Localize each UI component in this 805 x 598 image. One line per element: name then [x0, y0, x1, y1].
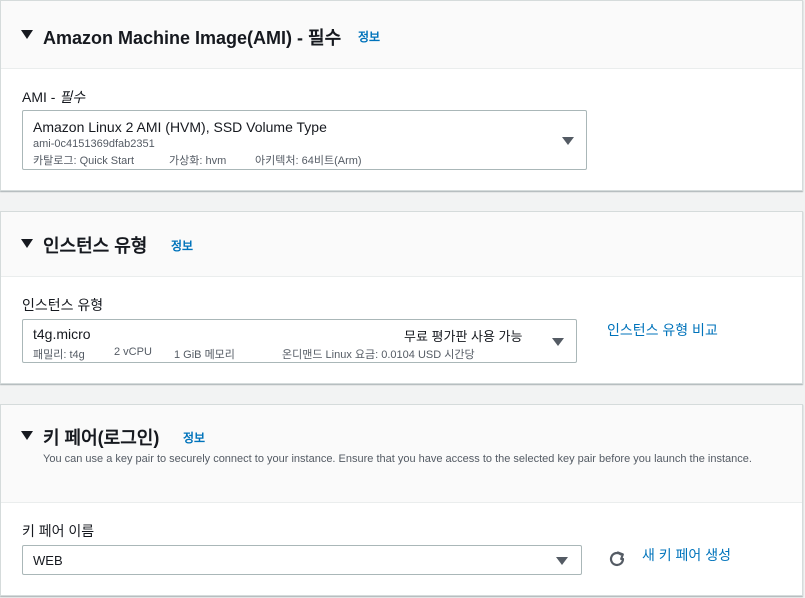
instance-type-info-link[interactable]: 정보	[171, 237, 193, 254]
instance-type-select-name: t4g.micro	[33, 326, 91, 342]
ami-panel-header[interactable]: Amazon Machine Image(AMI) - 필수 정보	[1, 1, 802, 69]
instance-type-pricing: 온디맨드 Linux 요금: 0.0104 USD 시간당	[282, 349, 475, 361]
free-tier-label: 무료 평가판 사용 가능	[404, 329, 523, 344]
chevron-down-icon[interactable]	[552, 338, 564, 346]
key-pair-select[interactable]: WEB	[22, 545, 582, 575]
instance-type-family: 패밀리: t4g	[33, 349, 85, 361]
compare-instance-types-link[interactable]: 인스턴스 유형 비교	[607, 320, 718, 340]
ami-panel-title: Amazon Machine Image(AMI) - 필수	[43, 28, 342, 48]
instance-type-vcpu: 2 vCPU	[114, 346, 152, 358]
instance-type-select[interactable]: t4g.micro 무료 평가판 사용 가능 패밀리: t4g 2 vCPU 1…	[22, 319, 577, 363]
ami-select-catalog: 카탈로그: Quick Start	[33, 155, 134, 167]
ami-select-name: Amazon Linux 2 AMI (HVM), SSD Volume Typ…	[33, 119, 327, 135]
ami-select-virtualization: 가상화: hvm	[169, 155, 227, 167]
key-pair-description: You can use a key pair to securely conne…	[43, 453, 752, 465]
instance-type-memory: 1 GiB 메모리	[174, 349, 235, 361]
ami-select[interactable]: Amazon Linux 2 AMI (HVM), SSD Volume Typ…	[22, 110, 587, 170]
key-pair-panel: 키 페어(로그인) 정보 You can use a key pair to s…	[0, 404, 803, 596]
key-pair-panel-header[interactable]: 키 페어(로그인) 정보 You can use a key pair to s…	[1, 405, 802, 503]
chevron-down-icon[interactable]	[556, 557, 568, 565]
ami-required-label: 필수	[59, 89, 86, 105]
key-pair-selected-value: WEB	[33, 553, 63, 568]
create-key-pair-link[interactable]: 새 키 페어 생성	[642, 545, 731, 565]
ami-info-link[interactable]: 정보	[358, 28, 380, 45]
ami-select-architecture: 아키텍처: 64비트(Arm)	[255, 155, 362, 167]
ami-field-label: AMI - 필수	[22, 89, 86, 105]
key-pair-field-label: 키 페어 이름	[22, 523, 95, 539]
ami-panel: Amazon Machine Image(AMI) - 필수 정보 AMI - …	[0, 0, 803, 191]
instance-type-field-label: 인스턴스 유형	[22, 297, 104, 313]
refresh-icon[interactable]	[605, 547, 629, 571]
caret-down-icon[interactable]	[21, 239, 33, 248]
key-pair-panel-title: 키 페어(로그인)	[43, 428, 160, 448]
instance-type-panel: 인스턴스 유형 정보 인스턴스 유형 t4g.micro 무료 평가판 사용 가…	[0, 211, 803, 384]
instance-type-panel-header[interactable]: 인스턴스 유형 정보	[1, 212, 802, 277]
chevron-down-icon[interactable]	[562, 137, 574, 145]
instance-type-panel-title: 인스턴스 유형	[43, 236, 148, 256]
ami-select-id: ami-0c4151369dfab2351	[33, 138, 155, 150]
caret-down-icon[interactable]	[21, 30, 33, 39]
caret-down-icon[interactable]	[21, 431, 33, 440]
key-pair-info-link[interactable]: 정보	[183, 429, 205, 446]
